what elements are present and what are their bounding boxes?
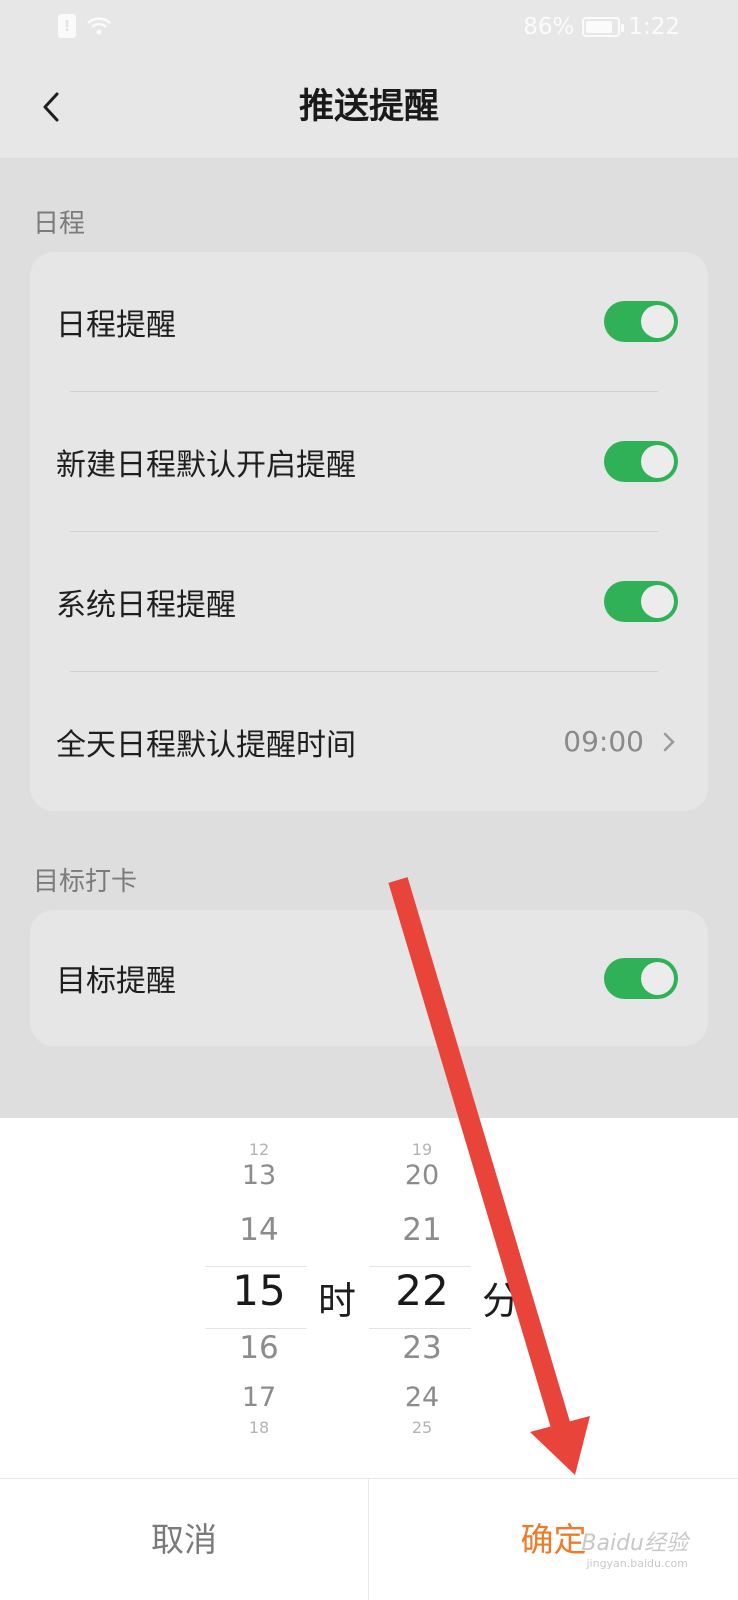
chevron-right-icon (663, 732, 675, 751)
watermark-logo: Baidu经验 jingyan.baidu.com (581, 1531, 688, 1570)
row-label: 新建日程默认开启提醒 (56, 447, 356, 483)
wifi-icon (87, 17, 111, 35)
minute-option[interactable]: 25 (370, 1418, 474, 1437)
page-title: 推送提醒 (298, 87, 439, 127)
header: 推送提醒 (0, 56, 738, 158)
row-label: 全天日程默认提醒时间 (56, 727, 356, 763)
section-title-schedule: 日程 (33, 209, 86, 239)
hour-option[interactable]: 12 (207, 1140, 311, 1159)
hour-selected[interactable]: 15 (207, 1266, 311, 1315)
hour-selection-line-bottom (205, 1328, 307, 1329)
clock: 1:22 (628, 14, 680, 40)
section-title-goals: 目标打卡 (33, 867, 138, 897)
hour-option[interactable]: 18 (207, 1418, 311, 1437)
goal-reminder-toggle[interactable] (604, 957, 678, 999)
hour-option[interactable]: 14 (207, 1212, 311, 1248)
sim-alert-icon: ! (58, 14, 76, 38)
minute-option[interactable]: 24 (370, 1382, 474, 1413)
new-schedule-reminder-toggle[interactable] (604, 441, 678, 482)
system-schedule-reminder-toggle[interactable] (604, 581, 678, 622)
minute-selected[interactable]: 22 (370, 1266, 474, 1315)
time-picker: 12 13 14 15 16 17 18 时 19 20 21 22 23 24… (0, 1118, 738, 1478)
reminder-time-value: 09:00 (563, 725, 644, 758)
row-goal-reminder: 目标提醒 (30, 910, 708, 1046)
row-label: 日程提醒 (56, 307, 176, 343)
row-all-day-reminder-time[interactable]: 全天日程默认提醒时间 09:00 (30, 672, 708, 811)
hour-unit: 时 (318, 1279, 357, 1323)
minute-selection-line-bottom (369, 1328, 471, 1329)
row-system-schedule-reminder: 系统日程提醒 (30, 532, 708, 671)
battery-icon (582, 17, 625, 37)
row-new-schedule-default-reminder: 新建日程默认开启提醒 (30, 392, 708, 531)
hour-option[interactable]: 16 (207, 1330, 311, 1366)
row-label: 目标提醒 (56, 964, 176, 999)
minute-option[interactable]: 23 (370, 1330, 474, 1366)
hour-option[interactable]: 13 (207, 1160, 311, 1191)
minute-selection-line-top (369, 1266, 471, 1267)
minute-unit: 分 (482, 1279, 521, 1323)
row-schedule-reminder: 日程提醒 (30, 252, 708, 391)
cancel-button[interactable]: 取消 (0, 1479, 368, 1600)
minute-option[interactable]: 21 (370, 1212, 474, 1248)
battery-percent: 86% (523, 14, 575, 40)
schedule-reminder-toggle[interactable] (604, 301, 678, 342)
hour-selection-line-top (205, 1266, 307, 1267)
minute-option[interactable]: 20 (370, 1160, 474, 1191)
schedule-card: 日程提醒 新建日程默认开启提醒 系统日程提醒 全天日程默认提醒时间 09:00 (30, 252, 708, 811)
settings-content: 日程 日程提醒 新建日程默认开启提醒 系统日程提醒 全天日程默认提醒时间 09:… (0, 158, 738, 1118)
goals-card: 目标提醒 (30, 910, 708, 1046)
row-label: 系统日程提醒 (56, 587, 236, 623)
hour-option[interactable]: 17 (207, 1382, 311, 1413)
status-bar: ! 86% 1:22 (0, 0, 738, 56)
minute-option[interactable]: 19 (370, 1140, 474, 1159)
